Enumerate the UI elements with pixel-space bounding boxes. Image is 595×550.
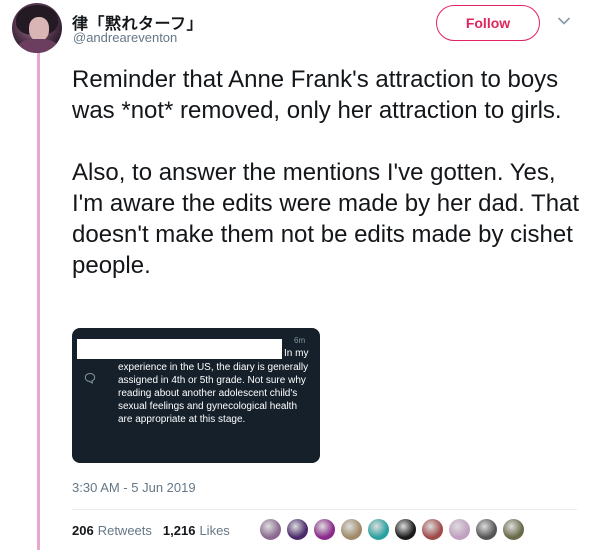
embedded-screenshot[interactable]: 6m In my experience in the US, the diary… <box>72 328 320 463</box>
retweets-label[interactable]: Retweets <box>98 523 152 538</box>
divider <box>72 509 577 510</box>
follow-button[interactable]: Follow <box>436 5 540 41</box>
liker-avatars <box>259 518 529 541</box>
tweet-stats: 206 Retweets 1,216 Likes <box>72 523 230 538</box>
embed-line-fragment: In my <box>284 348 309 359</box>
liker-avatar[interactable] <box>475 518 498 541</box>
liker-avatar[interactable] <box>502 518 525 541</box>
liker-avatar[interactable] <box>286 518 309 541</box>
liker-avatar[interactable] <box>313 518 336 541</box>
thread-line <box>37 50 40 550</box>
chevron-down-icon[interactable] <box>557 14 571 28</box>
user-handle[interactable]: @andreareventon <box>73 30 177 45</box>
liker-avatar[interactable] <box>340 518 363 541</box>
tweet-paragraph: Also, to answer the mentions I've gotten… <box>72 159 580 279</box>
avatar[interactable] <box>12 3 62 53</box>
embed-body-text: experience in the US, the diary is gener… <box>118 362 309 425</box>
likes-count[interactable]: 1,216 <box>163 523 196 538</box>
liker-avatar[interactable] <box>367 518 390 541</box>
reply-bubble-icon <box>84 372 96 384</box>
likes-label[interactable]: Likes <box>199 523 229 538</box>
tweet-paragraph: Reminder that Anne Frank's attraction to… <box>72 66 562 124</box>
liker-avatar[interactable] <box>448 518 471 541</box>
tweet-timestamp[interactable]: 3:30 AM - 5 Jun 2019 <box>72 480 196 495</box>
liker-avatar[interactable] <box>259 518 282 541</box>
liker-avatar[interactable] <box>394 518 417 541</box>
retweets-count[interactable]: 206 <box>72 523 94 538</box>
redaction-bar <box>77 339 282 359</box>
tweet-text: Reminder that Anne Frank's attraction to… <box>72 64 582 281</box>
embed-time: 6m <box>294 336 306 345</box>
liker-avatar[interactable] <box>421 518 444 541</box>
